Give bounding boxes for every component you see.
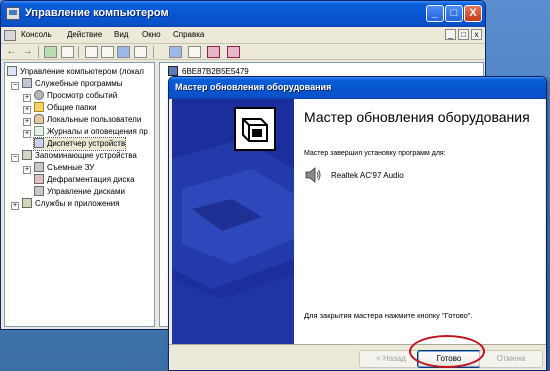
tree-item-label: Запоминающие устройства xyxy=(35,151,137,160)
export-icon[interactable] xyxy=(101,46,114,58)
show-tree-icon[interactable] xyxy=(61,46,74,58)
services-icon xyxy=(22,198,32,208)
menu-bar: Консоль Действие Вид Окно Справка _ □ x xyxy=(1,27,485,44)
wizard-message: Мастер завершил установку программ для: xyxy=(304,150,446,157)
tree-item-label: Управление компьютером (локал xyxy=(20,67,144,76)
toolbar-separator xyxy=(153,46,154,58)
tree-item-device-manager[interactable]: Диспетчер устройств xyxy=(32,137,127,151)
expand-toggle[interactable]: + xyxy=(23,106,31,114)
tree-item-label: Дефрагментация диска xyxy=(47,175,135,184)
collapse-toggle[interactable]: − xyxy=(11,82,19,90)
speaker-icon xyxy=(305,167,321,183)
minimize-button[interactable]: _ xyxy=(426,5,444,22)
disk-management-icon xyxy=(34,186,44,196)
inner-restore-button[interactable]: □ xyxy=(458,29,469,40)
toolbar-separator xyxy=(38,46,39,58)
menu-console[interactable]: Консоль xyxy=(21,30,52,39)
scan-hardware-icon[interactable] xyxy=(188,46,201,58)
menu-action[interactable]: Действие xyxy=(67,30,102,39)
wizard-banner xyxy=(172,99,294,344)
storage-icon xyxy=(22,150,32,160)
help-icon[interactable] xyxy=(117,46,130,58)
computer-icon xyxy=(7,66,17,76)
hardware-update-wizard: Мастер обновления оборудования Мастер об… xyxy=(168,76,547,371)
expand-toggle[interactable]: + xyxy=(23,118,31,126)
inner-window-controls: _ □ x xyxy=(443,29,482,40)
uninstall-device-icon[interactable] xyxy=(227,46,240,58)
wizard-titlebar[interactable]: Мастер обновления оборудования xyxy=(169,77,546,99)
tree-item-label: Управление дисками xyxy=(47,187,125,196)
computer-icon xyxy=(168,66,178,76)
tree-item-label: Служебные программы xyxy=(35,79,123,88)
expand-toggle[interactable]: + xyxy=(11,202,19,210)
expand-toggle[interactable]: + xyxy=(23,94,31,102)
log-icon xyxy=(34,126,44,136)
tree-item-label: Общие папки xyxy=(47,103,97,112)
tree-item-disk-defragmenter[interactable]: Дефрагментация диска xyxy=(34,174,135,186)
removable-storage-icon xyxy=(34,162,44,172)
up-folder-icon[interactable] xyxy=(44,46,57,58)
tree-item-label: Диспетчер устройств xyxy=(47,139,126,148)
menu-window[interactable]: Окно xyxy=(142,30,161,39)
expand-toggle[interactable]: + xyxy=(23,130,31,138)
event-viewer-icon xyxy=(34,90,44,100)
tree-item-shared-folders[interactable]: + Общие папки xyxy=(23,102,97,114)
wizard-footer: < Назад Готово Отмена xyxy=(169,344,546,370)
window-title: Управление компьютером xyxy=(25,7,169,19)
device-manager-icon xyxy=(34,138,44,148)
maximize-button[interactable]: □ xyxy=(445,5,463,22)
inner-minimize-button[interactable]: _ xyxy=(445,29,456,40)
expand-toggle[interactable]: + xyxy=(23,166,31,174)
tree-item-performance-logs[interactable]: + Журналы и оповещения пр xyxy=(23,126,148,138)
console-window-icon[interactable] xyxy=(4,30,16,41)
tree-item-label: Съемные ЗУ xyxy=(47,163,95,172)
tree-item-label: Локальные пользователи xyxy=(47,115,142,124)
device-name: Realtek AC'97 Audio xyxy=(331,171,404,180)
hardware-wizard-icon xyxy=(234,107,276,151)
device-node-label: 6BE87B2B5E5479 xyxy=(182,67,249,76)
close-button[interactable]: X xyxy=(464,5,482,22)
wizard-title: Мастер обновления оборудования xyxy=(175,82,332,92)
wizard-content: Мастер обновления оборудования Мастер за… xyxy=(294,99,545,344)
tree-item-removable-storage[interactable]: + Съемные ЗУ xyxy=(23,162,94,174)
tree-item-computer-management[interactable]: Управление компьютером (локал xyxy=(7,66,144,78)
computer-management-icon xyxy=(6,7,20,20)
tree-item-disk-management[interactable]: Управление дисками xyxy=(34,186,125,198)
computer-icon[interactable] xyxy=(169,46,182,58)
menu-view[interactable]: Вид xyxy=(114,30,128,39)
collapse-toggle[interactable]: − xyxy=(11,154,19,162)
properties-icon[interactable] xyxy=(85,46,98,58)
tools-icon xyxy=(22,78,32,88)
tree-item-label: Службы и приложения xyxy=(35,199,120,208)
wizard-close-hint: Для закрытия мастера нажмите кнопку "Гот… xyxy=(304,311,473,320)
window-titlebar[interactable]: Управление компьютером _ □ X xyxy=(1,1,485,27)
wizard-body: Мастер обновления оборудования Мастер за… xyxy=(172,99,545,344)
device-tree-root[interactable]: 6BE87B2B5E5479 xyxy=(168,66,249,76)
folder-icon xyxy=(34,102,44,112)
tree-item-local-users[interactable]: + Локальные пользователи xyxy=(23,114,141,126)
forward-arrow-icon[interactable]: → xyxy=(21,46,34,58)
toolbar: ← → xyxy=(1,44,485,60)
console-tree: Управление компьютером (локал − Служебные… xyxy=(4,62,155,327)
tree-item-event-viewer[interactable]: + Просмотр событий xyxy=(23,90,117,102)
defrag-icon xyxy=(34,174,44,184)
cancel-button[interactable]: Отмена xyxy=(479,350,543,368)
inner-close-button[interactable]: x xyxy=(471,29,482,40)
tree-item-label: Просмотр событий xyxy=(47,91,118,100)
disable-device-icon[interactable] xyxy=(207,46,220,58)
tree-item-storage[interactable]: − Запоминающие устройства xyxy=(11,150,137,162)
tree-item-system-tools[interactable]: − Служебные программы xyxy=(11,78,122,90)
tree-item-label: Журналы и оповещения пр xyxy=(47,127,148,136)
menu-help[interactable]: Справка xyxy=(173,30,204,39)
back-arrow-icon[interactable]: ← xyxy=(5,46,18,58)
wizard-heading: Мастер обновления оборудования xyxy=(304,109,530,125)
finish-button-highlight xyxy=(409,335,485,368)
tree-item-services-apps[interactable]: + Службы и приложения xyxy=(11,198,120,210)
details-icon[interactable] xyxy=(134,46,147,58)
toolbar-separator xyxy=(78,46,79,58)
users-icon xyxy=(34,114,44,124)
